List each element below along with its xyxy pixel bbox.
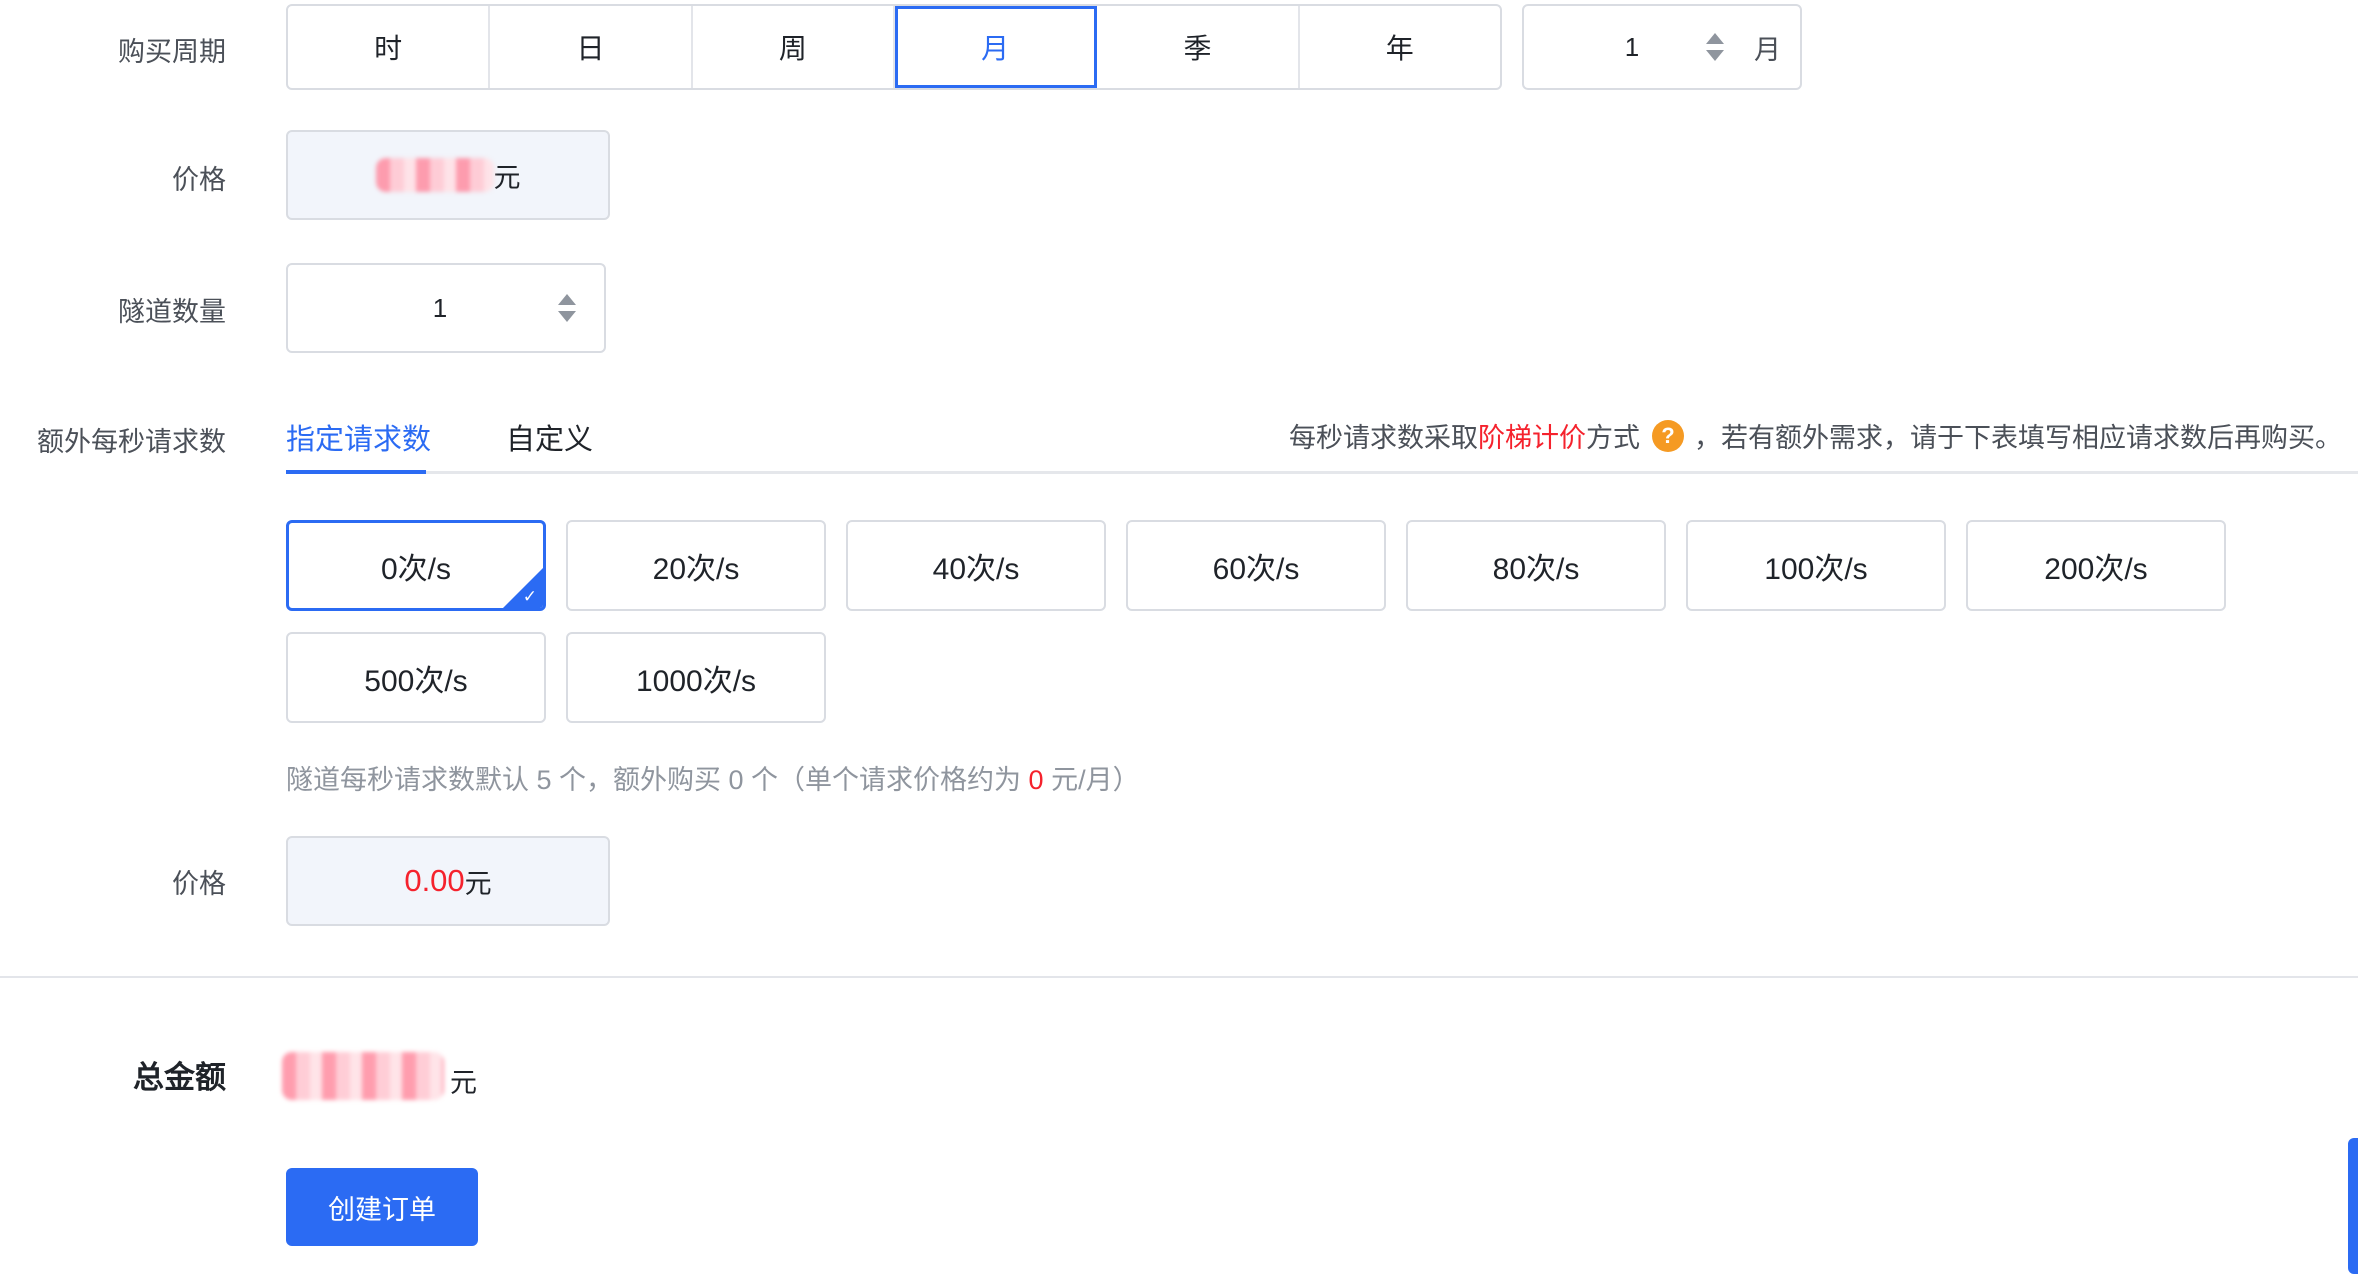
tab-preset-rps[interactable]: 指定请求数 (286, 416, 431, 458)
rps-option-100[interactable]: 100次/s (1686, 520, 1946, 611)
rps-option-label: 60次/s (1212, 552, 1300, 586)
hint-unit-price: 0 (1028, 765, 1044, 795)
tip-prefix: 每秒请求数采取 (1289, 423, 1478, 453)
rps-option-label: 200次/s (2044, 552, 2148, 586)
hint-text-post: 元/月） (1043, 765, 1140, 795)
rps-pricing-tip: 每秒请求数采取 阶梯计价 方式 ? ，若有额外需求，请于下表填写相应请求数后再购… (1289, 416, 2342, 455)
rps-label: 额外每秒请求数 (37, 427, 226, 457)
rps-option-60[interactable]: 60次/s (1126, 520, 1386, 611)
period-unit: 月 (1754, 34, 1781, 65)
rps-option-label: 80次/s (1492, 552, 1580, 586)
caret-down-icon[interactable] (1706, 50, 1724, 61)
question-icon[interactable]: ? (1652, 419, 1684, 452)
tip-middle: 方式 (1586, 423, 1640, 453)
caret-up-icon[interactable] (1706, 33, 1724, 44)
price-unit: 元 (493, 162, 521, 193)
price-redacted (375, 158, 494, 192)
scrollbar[interactable] (2348, 1138, 2358, 1274)
rps-option-1000[interactable]: 1000次/s (566, 632, 826, 723)
rps-option-label: 500次/s (364, 664, 468, 698)
stepper-arrows[interactable] (552, 294, 582, 322)
rps-price-value: 0.00 (404, 863, 465, 898)
period-option-week[interactable]: 周 (693, 6, 895, 88)
tip-tiered-pricing: 阶梯计价 (1478, 423, 1586, 453)
rps-option-40[interactable]: 40次/s (846, 520, 1106, 611)
rps-price-unit: 元 (464, 868, 492, 899)
rps-option-200[interactable]: 200次/s (1966, 520, 2226, 611)
rps-hint: 隧道每秒请求数默认 5 个，额外购买 0 个（单个请求价格约为 0 元/月） (286, 758, 1140, 797)
rps-option-500[interactable]: 500次/s (286, 632, 546, 723)
period-selector: 时 日 周 月 季 年 (286, 4, 1502, 90)
period-option-season[interactable]: 季 (1097, 6, 1300, 88)
period-option-year[interactable]: 年 (1300, 6, 1500, 88)
tunnel-count-label: 隧道数量 (118, 297, 226, 327)
tab-active-indicator (286, 470, 426, 474)
tip-suffix: ，若有额外需求，请于下表填写相应请求数后再购买。 (1694, 423, 2342, 453)
period-label: 购买周期 (118, 37, 226, 67)
tunnel-count-value: 1 (432, 292, 448, 323)
rps-option-0[interactable]: 0次/s ✓ (286, 520, 546, 611)
rps-price-display: 0.00 元 (286, 836, 610, 926)
period-count-stepper[interactable]: 1 月 (1522, 4, 1802, 90)
section-divider (0, 976, 2358, 978)
rps-price-label: 价格 (172, 869, 226, 899)
period-option-day[interactable]: 日 (490, 6, 693, 88)
price-label: 价格 (172, 165, 226, 195)
rps-option-20[interactable]: 20次/s (566, 520, 826, 611)
rps-option-label: 20次/s (652, 552, 740, 586)
rps-option-label: 0次/s (380, 552, 452, 586)
tab-custom-rps[interactable]: 自定义 (506, 416, 593, 458)
hint-text-pre: 隧道每秒请求数默认 5 个，额外购买 0 个（单个请求价格约为 (286, 765, 1029, 795)
rps-option-label: 100次/s (1764, 552, 1868, 586)
checkmark-icon: ✓ (522, 587, 537, 606)
tunnel-count-stepper[interactable]: 1 (286, 263, 606, 353)
total-redacted (282, 1052, 444, 1100)
caret-up-icon[interactable] (558, 294, 576, 305)
total-label: 总金额 (133, 1060, 226, 1095)
rps-option-label: 40次/s (932, 552, 1020, 586)
period-option-hour[interactable]: 时 (288, 6, 491, 88)
rps-option-label: 1000次/s (635, 664, 757, 698)
stepper-arrows[interactable] (1700, 33, 1730, 61)
caret-down-icon[interactable] (558, 311, 576, 322)
price-display: 元 (286, 130, 610, 220)
rps-option-80[interactable]: 80次/s (1406, 520, 1666, 611)
period-option-month[interactable]: 月 (894, 6, 1098, 88)
total-unit: 元 (450, 1068, 477, 1098)
period-count-value: 1 (1624, 31, 1640, 62)
create-order-button[interactable]: 创建订单 (286, 1168, 478, 1246)
total-amount: 元 (282, 1052, 477, 1100)
